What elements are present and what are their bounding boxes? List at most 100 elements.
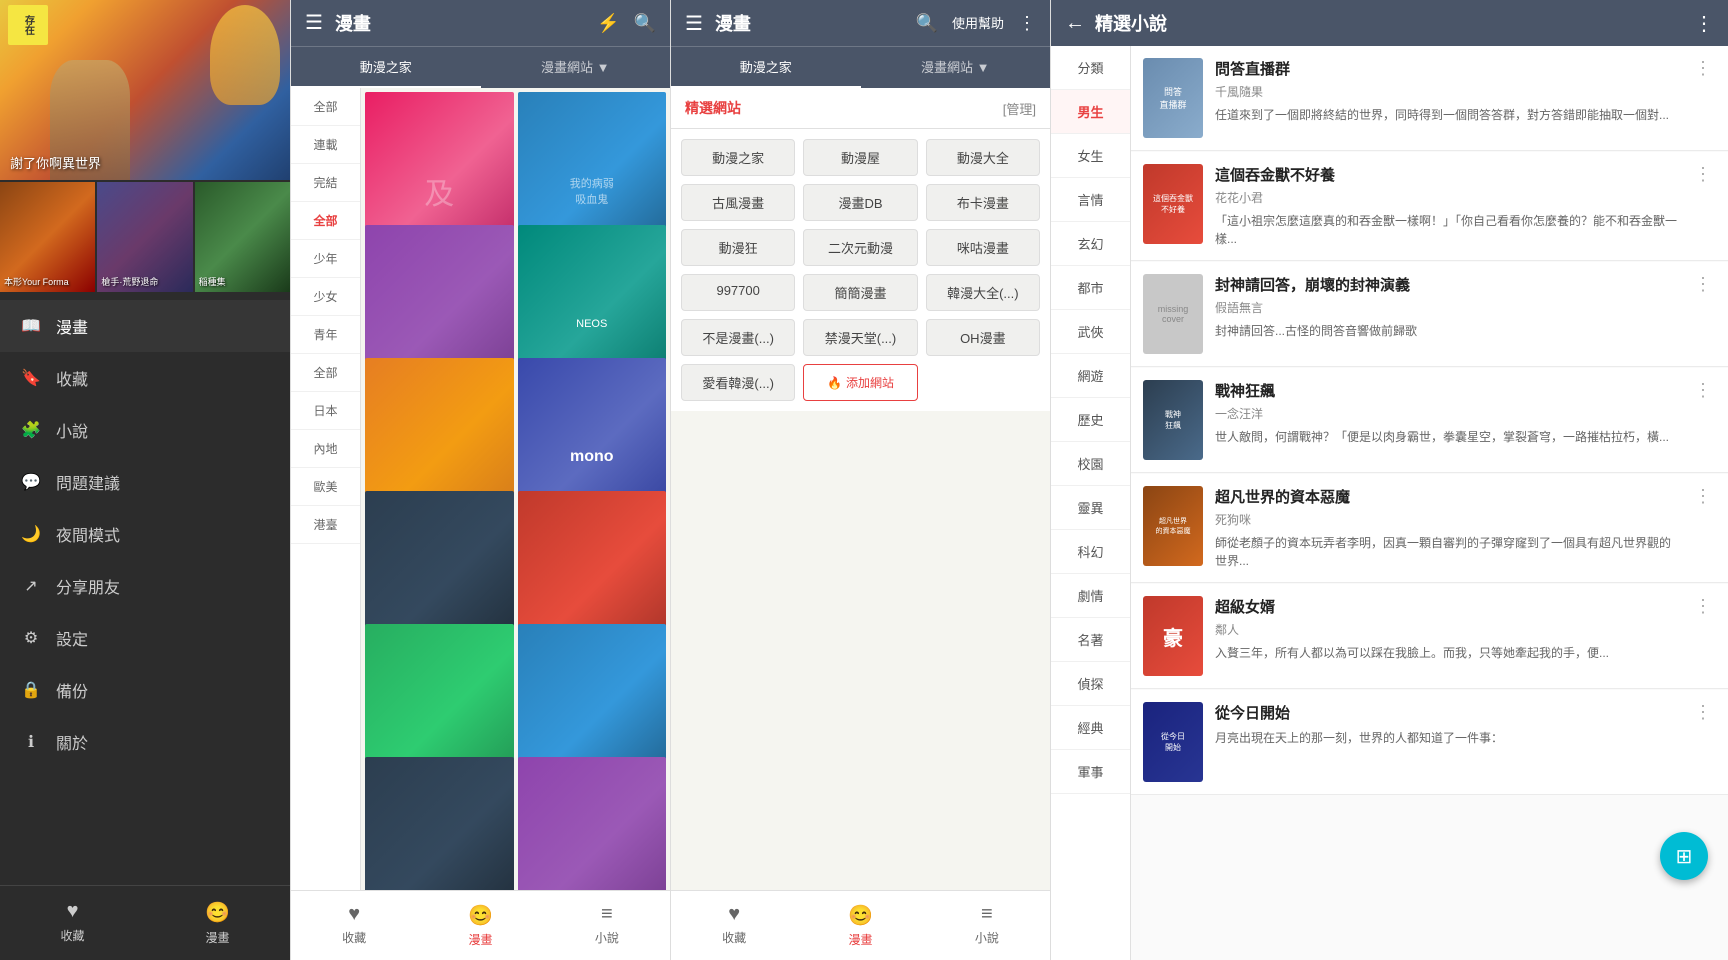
- cat-scifi[interactable]: 科幻: [1051, 530, 1130, 574]
- bottom-manga-button[interactable]: 😊 漫畫: [145, 886, 290, 960]
- filter-serial[interactable]: 連載: [291, 126, 360, 164]
- site-jianjian[interactable]: 簡簡漫畫: [803, 274, 917, 311]
- panel4-more-button[interactable]: ⋮: [1694, 11, 1714, 36]
- manage-button[interactable]: [管理]: [1003, 99, 1036, 118]
- novel-item-1[interactable]: 問答直播群 問答直播群 千風隨果 任道來到了一個即將終結的世界，同時得到一個問答…: [1131, 46, 1728, 151]
- panel2-tab-dongman[interactable]: 動漫之家: [291, 47, 481, 88]
- fab-button[interactable]: ⊞: [1660, 832, 1708, 880]
- novel-item-2[interactable]: 這個吞金獸不好養 這個吞金獸不好養 花花小君 「這小祖宗怎麼這麼真的和吞金獸一樣…: [1131, 152, 1728, 261]
- panel3-menu-icon[interactable]: ☰: [685, 11, 703, 36]
- cat-urban[interactable]: 都市: [1051, 266, 1130, 310]
- thumb-1[interactable]: 本形Your Forma: [0, 182, 95, 292]
- book-12[interactable]: 愛有些沉重的黑暗精靈從...: [518, 757, 667, 890]
- cat-all[interactable]: 分類: [1051, 46, 1130, 90]
- add-site-button[interactable]: 🔥 添加網站: [803, 364, 917, 401]
- cat-romance[interactable]: 言情: [1051, 178, 1130, 222]
- sidebar-nightmode-label: 夜間模式: [56, 522, 120, 546]
- filter-shonen[interactable]: 少年: [291, 240, 360, 278]
- sidebar-item-about[interactable]: ℹ 關於: [0, 716, 290, 768]
- panel2-lightning-icon[interactable]: ⚡: [597, 13, 619, 34]
- site-dongmanwu[interactable]: 動漫屋: [803, 139, 917, 176]
- site-mangadb[interactable]: 漫畫DB: [803, 184, 917, 221]
- thumb-3[interactable]: 稲種集: [195, 182, 290, 292]
- sidebar-item-backup[interactable]: 🔒 備份: [0, 664, 290, 716]
- novel-more-4[interactable]: ⋮: [1690, 380, 1716, 460]
- left-drawer: 存在 謝了你啊異世界 本形Your Forma 槍手·荒野退命 稲種集 📖 漫畫…: [0, 0, 290, 960]
- sidebar-item-feedback[interactable]: 💬 問題建議: [0, 456, 290, 508]
- filter-complete[interactable]: 完結: [291, 164, 360, 202]
- filter-all3[interactable]: 全部: [291, 354, 360, 392]
- panel2-nav-novel[interactable]: ≡ 小說: [544, 891, 670, 960]
- sidebar-item-settings[interactable]: ⚙ 設定: [0, 612, 290, 664]
- novel-item-4[interactable]: 戰神狂飆 戰神狂飆 一念汪洋 世人敵問，何謂戰神？「便是以肉身霸世，拳囊星空，掌…: [1131, 368, 1728, 473]
- panel3-search-icon[interactable]: 🔍: [916, 13, 938, 34]
- site-ilovekr[interactable]: 愛看韓漫(...): [681, 364, 795, 401]
- novel-more-6[interactable]: ⋮: [1690, 596, 1716, 676]
- filter-all2[interactable]: 全部: [291, 202, 360, 240]
- cat-fantasy[interactable]: 玄幻: [1051, 222, 1130, 266]
- panel2-search-icon[interactable]: 🔍: [634, 13, 656, 34]
- panel2-tab-mangasite[interactable]: 漫畫網站 ▼: [481, 47, 671, 88]
- site-dongmandq[interactable]: 動漫大全: [926, 139, 1040, 176]
- site-dongmanzj[interactable]: 動漫之家: [681, 139, 795, 176]
- cat-military[interactable]: 軍事: [1051, 750, 1130, 794]
- filter-hktw[interactable]: 港臺: [291, 506, 360, 544]
- novel-more-2[interactable]: ⋮: [1690, 164, 1716, 248]
- cat-famous[interactable]: 名著: [1051, 618, 1130, 662]
- panel3-nav-novel[interactable]: ≡ 小說: [924, 891, 1050, 960]
- cat-male[interactable]: 男生: [1051, 90, 1130, 134]
- panel3-help-text[interactable]: 使用幫助: [952, 13, 1004, 34]
- novel-item-6[interactable]: 豪 超級女婿 鄰人 入贅三年，所有人都以為可以踩在我臉上。而我，只等她牽起我的手…: [1131, 584, 1728, 689]
- site-miaomiao[interactable]: 咪咕漫畫: [926, 229, 1040, 266]
- filter-shoujo[interactable]: 少女: [291, 278, 360, 316]
- sidebar-item-nightmode[interactable]: 🌙 夜間模式: [0, 508, 290, 560]
- site-gufeng[interactable]: 古風漫畫: [681, 184, 795, 221]
- sidebar-item-share[interactable]: ↗ 分享朋友: [0, 560, 290, 612]
- cat-campus[interactable]: 校園: [1051, 442, 1130, 486]
- site-2dcartoon[interactable]: 二次元動漫: [803, 229, 917, 266]
- bottom-collect-button[interactable]: ♥ 收藏: [0, 886, 145, 960]
- panel3-tab-dongman[interactable]: 動漫之家: [671, 47, 861, 88]
- cat-online[interactable]: 網遊: [1051, 354, 1130, 398]
- site-997700[interactable]: 997700: [681, 274, 795, 311]
- site-jincomics[interactable]: 禁漫天堂(...): [803, 319, 917, 356]
- thumb-2[interactable]: 槍手·荒野退命: [97, 182, 192, 292]
- panel3-more-icon[interactable]: ⋮: [1018, 13, 1036, 34]
- cat-history[interactable]: 歷史: [1051, 398, 1130, 442]
- panel3-tab-mangasite[interactable]: 漫畫網站 ▼: [861, 47, 1051, 88]
- sidebar-item-novel[interactable]: 🧩 小說: [0, 404, 290, 456]
- sidebar-item-manga[interactable]: 📖 漫畫: [0, 300, 290, 352]
- cat-drama[interactable]: 劇情: [1051, 574, 1130, 618]
- filter-west[interactable]: 歐美: [291, 468, 360, 506]
- novel-more-1[interactable]: ⋮: [1690, 58, 1716, 138]
- panel2-nav-collect[interactable]: ♥ 收藏: [291, 891, 417, 960]
- filter-japan[interactable]: 日本: [291, 392, 360, 430]
- novel-item-5[interactable]: 超凡世界的資本惡魔 超凡世界的資本惡魔 死狗咪 師從老顏子的資本玩弄者李明，因真…: [1131, 474, 1728, 583]
- novel-desc-6: 入贅三年，所有人都以為可以踩在我臉上。而我，只等她牽起我的手，便...: [1215, 644, 1678, 662]
- panel3-nav-manga[interactable]: 😊 漫畫: [797, 891, 923, 960]
- back-button[interactable]: ←: [1065, 12, 1085, 35]
- novel-more-7[interactable]: ⋮: [1690, 702, 1716, 782]
- cat-weird[interactable]: 靈異: [1051, 486, 1130, 530]
- filter-all1[interactable]: 全部: [291, 88, 360, 126]
- panel2-nav-manga[interactable]: 😊 漫畫: [417, 891, 543, 960]
- panel2-menu-icon[interactable]: ☰: [305, 10, 323, 36]
- cat-detective[interactable]: 偵探: [1051, 662, 1130, 706]
- novel-more-3[interactable]: ⋮: [1690, 274, 1716, 354]
- filter-youth[interactable]: 青年: [291, 316, 360, 354]
- cat-wuxia[interactable]: 武俠: [1051, 310, 1130, 354]
- site-nocomics[interactable]: 不是漫畫(...): [681, 319, 795, 356]
- panel3-nav-collect[interactable]: ♥ 收藏: [671, 891, 797, 960]
- cat-classic[interactable]: 經典: [1051, 706, 1130, 750]
- site-dongmanku[interactable]: 動漫狂: [681, 229, 795, 266]
- filter-mainland[interactable]: 內地: [291, 430, 360, 468]
- book-11[interactable]: 致初戀: [365, 757, 514, 890]
- novel-item-7[interactable]: 從今日開始 從今日開始 月亮出現在天上的那一刻，世界的人都知道了一件事： ⋮: [1131, 690, 1728, 795]
- sidebar-item-collect[interactable]: 🔖 收藏: [0, 352, 290, 404]
- novel-more-5[interactable]: ⋮: [1690, 486, 1716, 570]
- site-handaquan[interactable]: 韓漫大全(...): [926, 274, 1040, 311]
- site-ohcomics[interactable]: OH漫畫: [926, 319, 1040, 356]
- novel-item-3[interactable]: missing cover 封神請回答，崩壞的封神演義 假語無言 封神請回答..…: [1131, 262, 1728, 367]
- site-buka[interactable]: 布卡漫畫: [926, 184, 1040, 221]
- cat-female[interactable]: 女生: [1051, 134, 1130, 178]
